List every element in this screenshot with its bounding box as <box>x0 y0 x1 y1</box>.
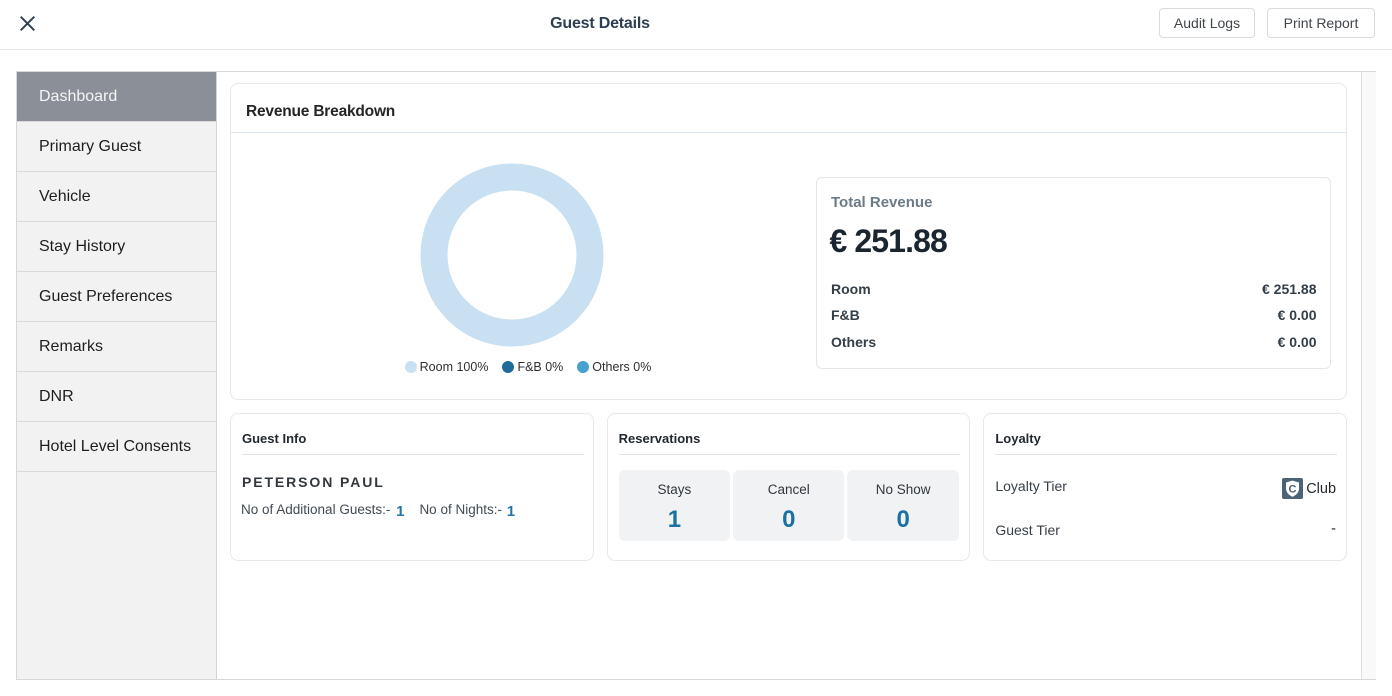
svg-text:C: C <box>1289 483 1297 495</box>
